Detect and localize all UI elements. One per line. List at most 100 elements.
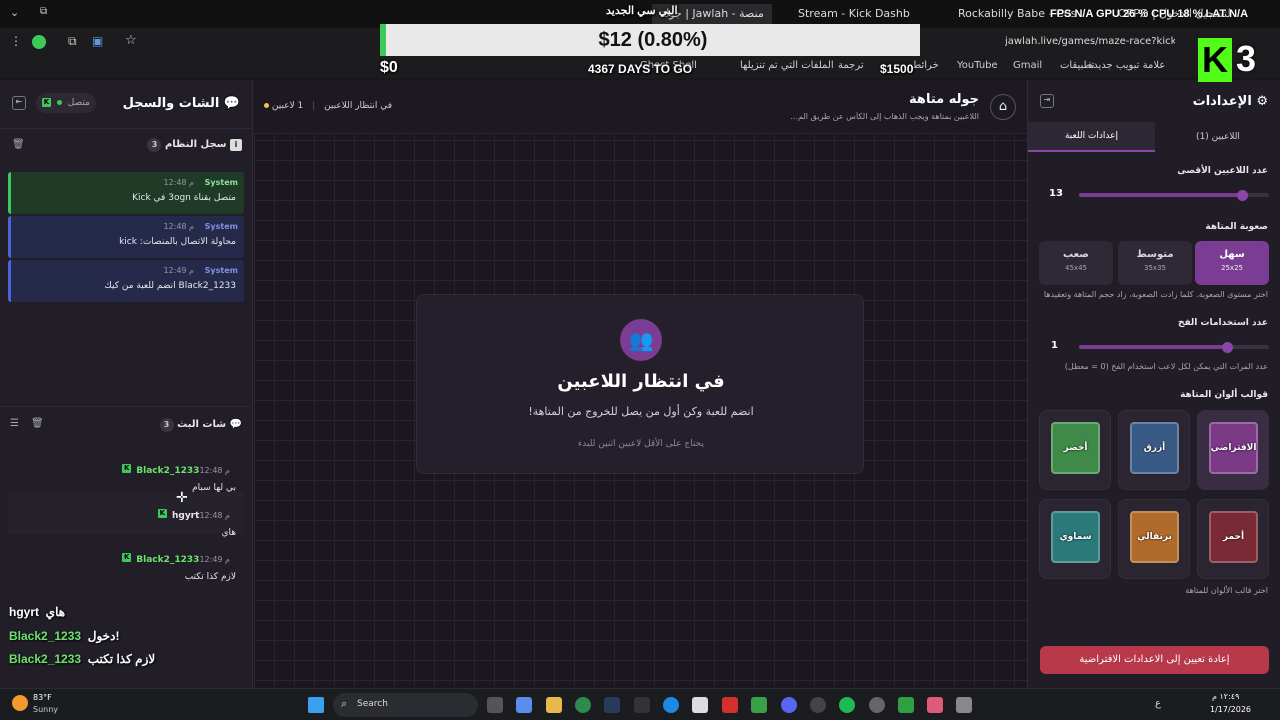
- trap-slider-fill: [1079, 345, 1228, 349]
- language-indicator[interactable]: ع: [1155, 698, 1161, 709]
- waiting-title: في انتظار اللاعبين: [557, 371, 725, 392]
- clear-chat-icon[interactable]: 🗑: [31, 418, 44, 429]
- difficulty-hint: اختر مستوى الصعوبة. كلما زادت الصعوبة، ز…: [1043, 290, 1268, 299]
- theme-cyan-card[interactable]: سماوي: [1039, 499, 1111, 579]
- edge-icon[interactable]: [663, 697, 679, 713]
- windows-start-icon[interactable]: [308, 697, 324, 713]
- theme-default-card[interactable]: الافتراضي: [1197, 410, 1269, 490]
- entry-time: 12:48 م: [163, 222, 194, 231]
- trap-slider-thumb[interactable]: [1222, 342, 1234, 353]
- clear-log-icon[interactable]: 🗑: [12, 139, 25, 150]
- app-settings-icon[interactable]: [956, 697, 972, 713]
- search-placeholder: Search: [357, 699, 388, 709]
- address-bar[interactable]: jawlah.live/games/maze-race?kick=3ogn: [1005, 36, 1175, 47]
- profile-icon[interactable]: [32, 35, 46, 49]
- tab-kick-dashboard[interactable]: Stream - Kick Dashboard: [790, 4, 910, 24]
- theme-green-card[interactable]: أخضر: [1039, 410, 1111, 490]
- bookmark-youtube[interactable]: YouTube: [957, 60, 998, 71]
- chat-log-panel: ⇤ K متصل 💬 الشات والسجل 🗑 i سجل النظام 3…: [0, 80, 253, 688]
- weather-desc: Sunny: [33, 705, 59, 714]
- max-players-slider-thumb[interactable]: [1237, 190, 1249, 201]
- extensions-icon[interactable]: ⧉: [68, 34, 77, 49]
- search-icon: ⌕: [341, 697, 348, 710]
- home-icon[interactable]: ⌂: [990, 94, 1016, 120]
- max-players-label: عدد اللاعبين الأقصى: [1177, 166, 1268, 176]
- app-pink-icon[interactable]: [927, 697, 943, 713]
- tab-players[interactable]: اللاعبين (1): [1155, 122, 1280, 152]
- difficulty-medium-button[interactable]: متوسط 35x35: [1118, 241, 1192, 285]
- entry-sender: System: [204, 178, 238, 187]
- connection-status-badge: K متصل: [36, 93, 96, 113]
- difficulty-size: 25x25: [1221, 264, 1243, 272]
- bookmark-apps[interactable]: تطبيقات: [1060, 60, 1095, 71]
- translate-icon[interactable]: ▣: [92, 34, 103, 48]
- theme-swatch: برتقالي: [1130, 511, 1179, 563]
- copilot-icon[interactable]: [516, 697, 532, 713]
- trap-hint: عدد المرات التي يمكن لكل لاعب استخدام ال…: [1064, 362, 1268, 371]
- panel-title: 💬 الشات والسجل: [122, 96, 240, 111]
- waiting-status-text: في انتظار اللاعبين: [324, 101, 393, 111]
- chrome-icon[interactable]: [575, 697, 591, 713]
- filter-icon[interactable]: ☰: [10, 418, 19, 429]
- bookmark-star-icon[interactable]: ☆: [125, 33, 137, 48]
- tab-game-settings[interactable]: إعدادات اللعبة: [1028, 122, 1155, 152]
- difficulty-name: سهل: [1219, 249, 1245, 260]
- search-box[interactable]: ⌕ Search: [333, 693, 478, 717]
- collapse-panel-icon[interactable]: ⇤: [12, 96, 26, 110]
- steam-icon[interactable]: [604, 697, 620, 713]
- chat-username: Black2_1233: [136, 555, 200, 565]
- theme-blue-card[interactable]: أزرق: [1118, 410, 1190, 490]
- xbox-icon[interactable]: [751, 697, 767, 713]
- players-status: في انتظار اللاعبين | 1 لاعبين: [264, 101, 392, 111]
- chat-message: K Black2_123312:49 م لازم كذا تكتب: [11, 547, 236, 582]
- spotify-icon[interactable]: [839, 697, 855, 713]
- game-area: ⌂ جوله متاهة اللاعبين بمتاهة ويجب الذهاب…: [254, 80, 1027, 688]
- difficulty-easy-button[interactable]: سهل 25x25: [1195, 241, 1269, 285]
- status-dot-icon: [264, 103, 269, 108]
- bookmark-translate[interactable]: ترجمة: [838, 60, 864, 71]
- system-log-header: i سجل النظام 3: [147, 138, 242, 152]
- app-l-icon[interactable]: [722, 697, 738, 713]
- tab-action-icon[interactable]: ⧉: [40, 6, 47, 17]
- themes-label: قوالب ألوان المتاهة: [1180, 390, 1268, 400]
- taskbar: 83°F Sunny ⌕ Search ع ١٢:٤٩ م 1/17/2026: [0, 688, 1280, 720]
- reset-defaults-button[interactable]: إعادة تعيين إلى الاعدادات الافتراضية: [1040, 646, 1269, 674]
- chat-message: K Black2_123312:48 م بي لها سبام: [11, 458, 236, 493]
- bookmark-maps[interactable]: خرائط: [912, 60, 939, 71]
- file-explorer-icon[interactable]: [546, 697, 562, 713]
- store-icon[interactable]: [692, 697, 708, 713]
- stream-chat-header: 💬 شات البث 3: [159, 418, 242, 432]
- discord-icon[interactable]: [781, 697, 797, 713]
- collapse-settings-icon[interactable]: ⇥: [1040, 94, 1054, 108]
- kick-badge-icon: K: [122, 553, 132, 562]
- difficulty-hard-button[interactable]: صعب 45x45: [1039, 241, 1113, 285]
- game-subtitle: اللاعبين بمتاهة ويجب الذهاب إلى الكأس عن…: [790, 112, 979, 121]
- bookmark-new-tab[interactable]: علامة تبويب جديدة: [1088, 60, 1165, 71]
- bookmark-gmail[interactable]: Gmail: [1013, 60, 1042, 71]
- entry-text: Black2_1233 انضم للعبة من كيك: [104, 281, 236, 291]
- theme-orange-card[interactable]: برتقالي: [1118, 499, 1190, 579]
- clock-time[interactable]: ١٢:٤٩ م: [1212, 692, 1239, 701]
- task-view-icon[interactable]: [487, 697, 503, 713]
- waiting-note: يحتاج على الأقل لاعبين اثنين للبدء: [578, 439, 704, 449]
- app-circle-icon[interactable]: [810, 697, 826, 713]
- gear-icon: ⚙: [1256, 94, 1268, 109]
- tab-search-icon[interactable]: ⌄: [10, 6, 19, 19]
- difficulty-name: صعب: [1063, 249, 1089, 260]
- cursor-crosshair-icon: ✛: [176, 490, 188, 506]
- clock-date[interactable]: 1/17/2026: [1210, 705, 1251, 714]
- entry-text: محاولة الاتصال بالمنصات: kick: [119, 237, 236, 247]
- performance-stats: FPS N/A GPU 26 % CPU 18 % LAT N/A: [1050, 8, 1249, 20]
- theme-red-card[interactable]: أحمر: [1197, 499, 1269, 579]
- settings-panel: ⇥ ⚙ الإعدادات إعدادات اللعبة اللاعبين (1…: [1027, 80, 1280, 688]
- app-green-icon[interactable]: [898, 697, 914, 713]
- obs-icon[interactable]: [869, 697, 885, 713]
- donation-amount: $12 (0.80%): [598, 29, 708, 51]
- system-log-entry: System 12:48 م محاولة الاتصال بالمنصات: …: [8, 216, 244, 258]
- bookmark-downloads[interactable]: الملفات التي تم تنزيلها: [740, 60, 834, 71]
- epic-games-icon[interactable]: [634, 697, 650, 713]
- goal-end: $1500: [880, 62, 914, 76]
- menu-dots-icon[interactable]: ⋮: [10, 34, 22, 48]
- weather-temp: 83°F: [33, 693, 52, 702]
- chat-text: لازم كذا تكتب: [184, 572, 236, 582]
